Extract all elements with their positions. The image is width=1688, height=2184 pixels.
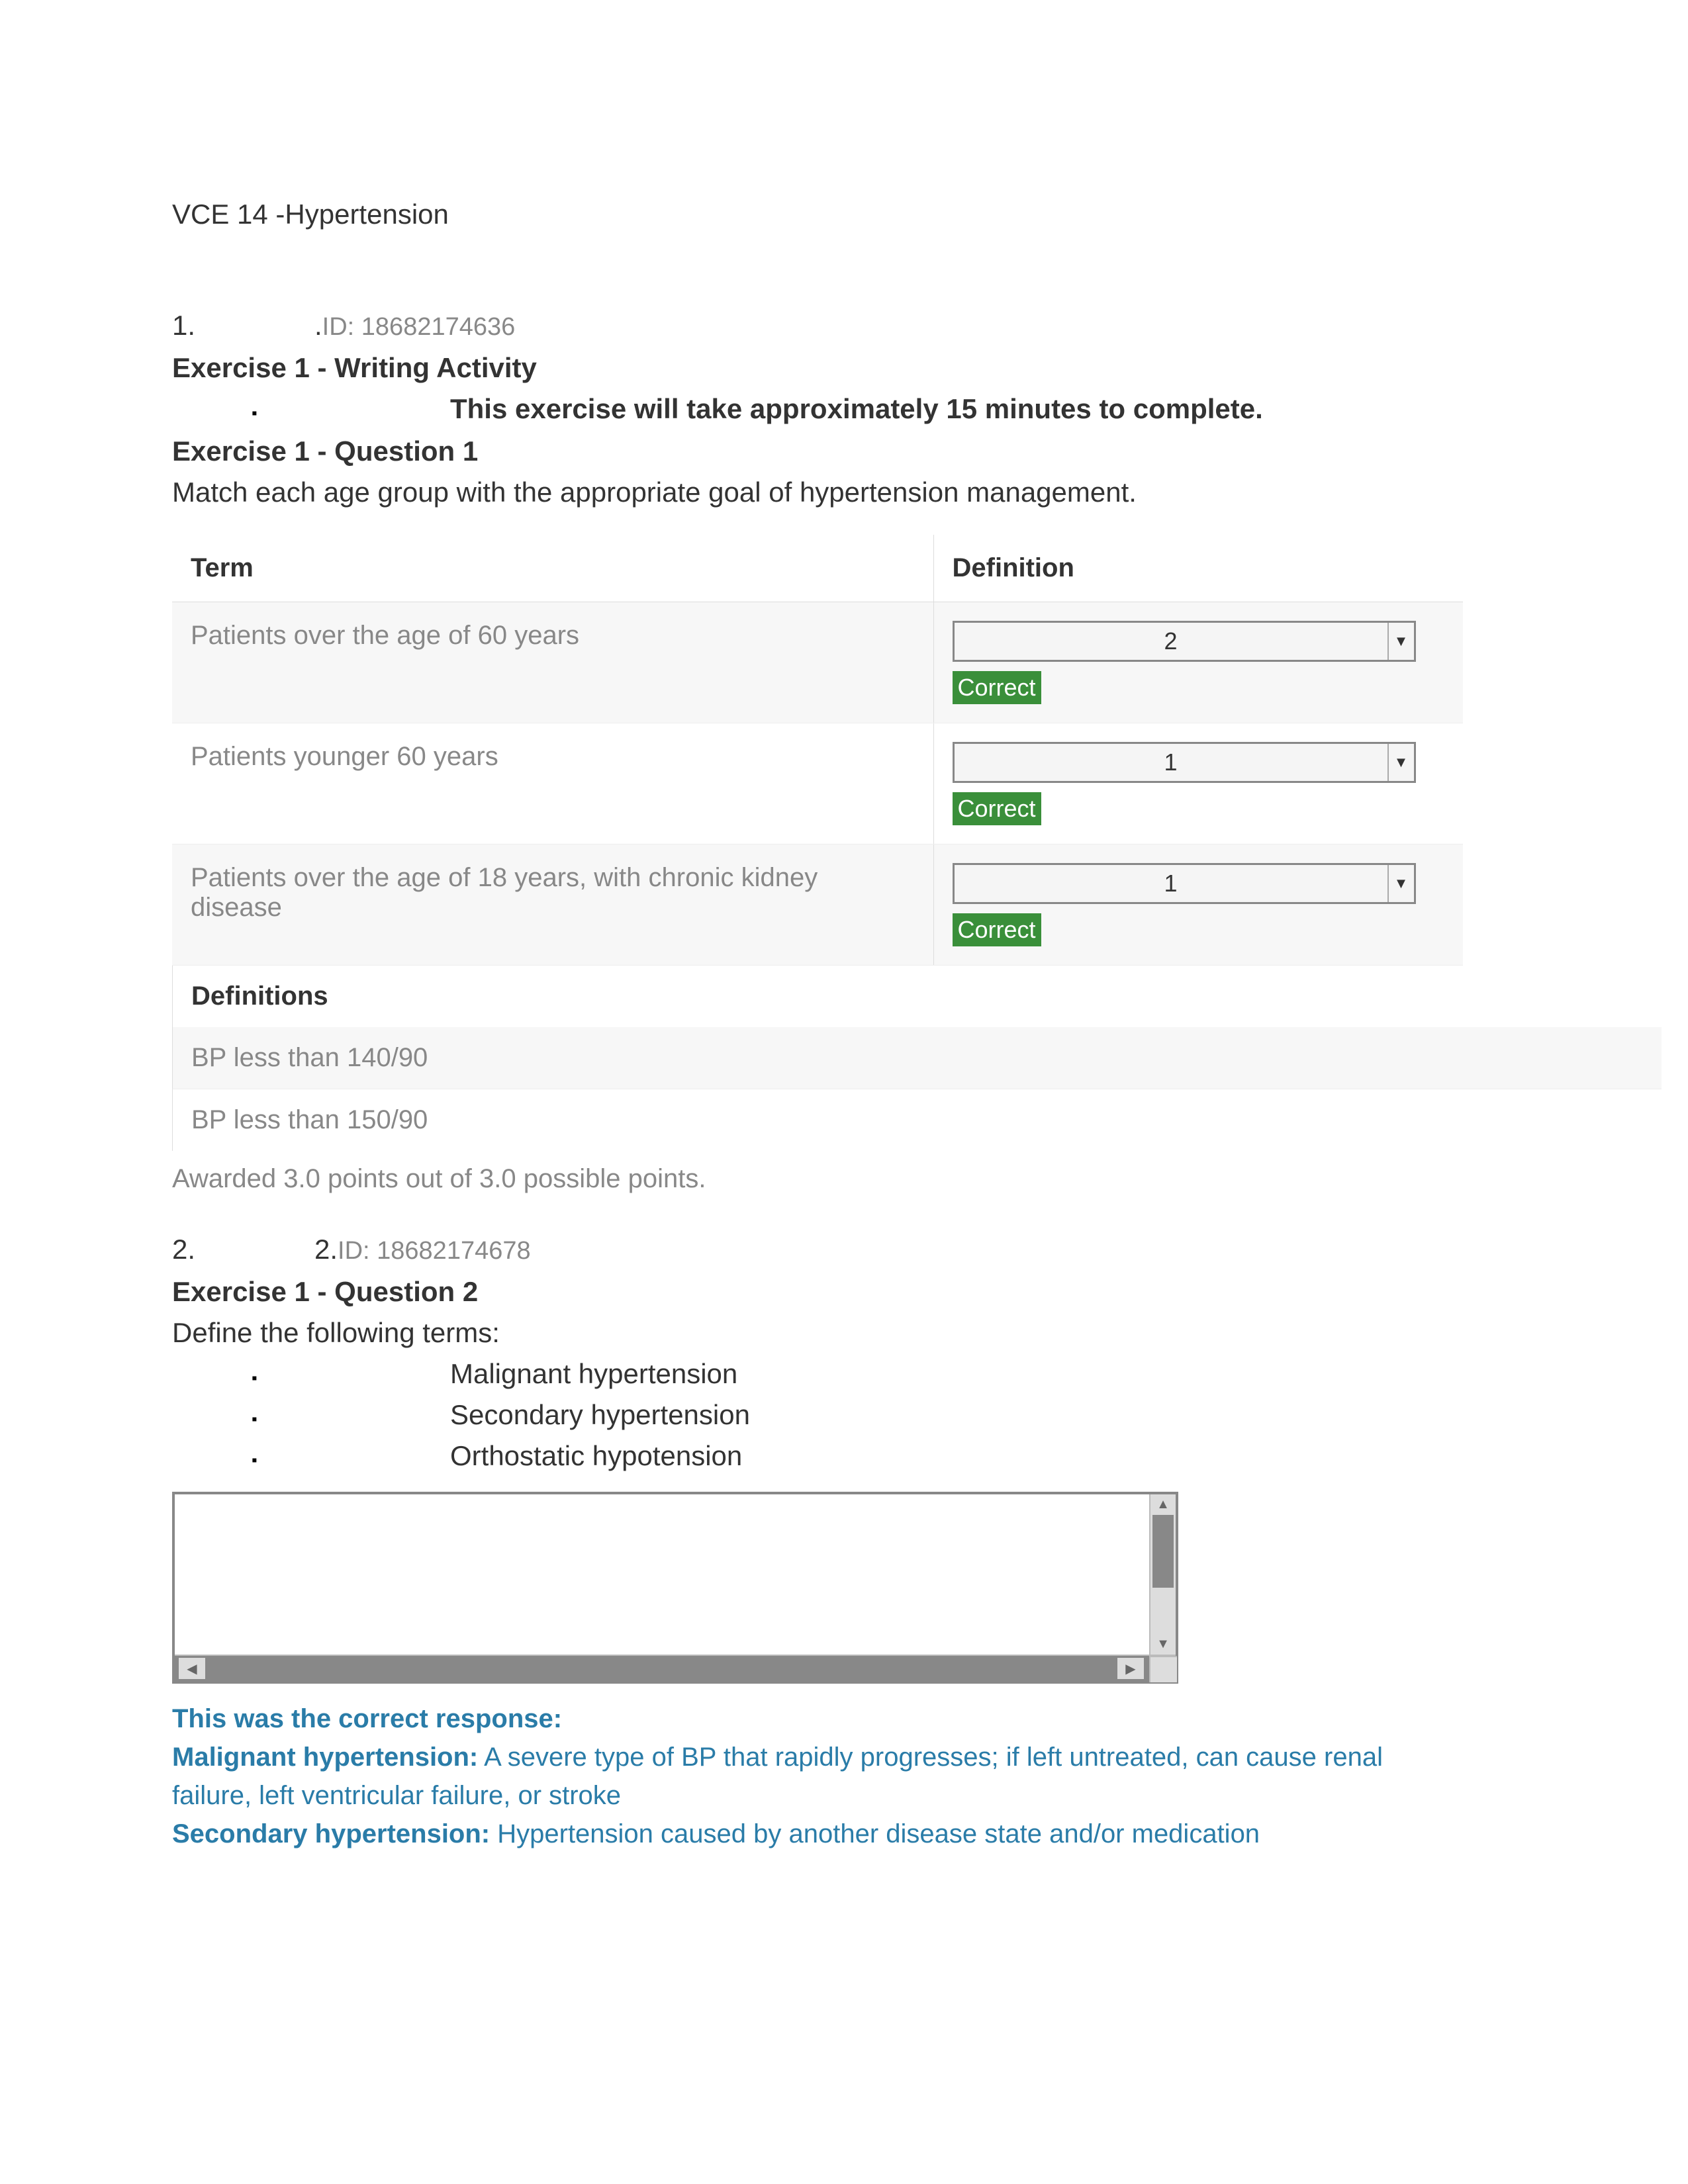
matching-table: Term Definition Patients over the age of… xyxy=(172,535,1463,966)
bullet-icon: ▪ xyxy=(252,1410,450,1429)
definitions-header: Definitions xyxy=(172,966,1516,1027)
term-item: Orthostatic hypotension xyxy=(450,1440,742,1472)
scroll-up-icon: ▲ xyxy=(1156,1497,1170,1512)
term-cell: Patients over the age of 18 years, with … xyxy=(172,844,933,966)
resize-corner xyxy=(1149,1656,1177,1682)
q1-pre-id: . xyxy=(314,310,322,341)
feedback-def: Hypertension caused by another disease s… xyxy=(490,1819,1260,1848)
status-badge: Correct xyxy=(953,671,1041,704)
bullet-icon: ▪ xyxy=(252,404,450,423)
q1-id-label: ID: 18682174636 xyxy=(322,313,516,341)
definition-select[interactable]: 1 ▼ xyxy=(953,863,1416,904)
horizontal-scrollbar[interactable]: ◀ ▶ xyxy=(175,1655,1176,1681)
scroll-left-icon: ◀ xyxy=(187,1661,197,1677)
definition-item: BP less than 150/90 xyxy=(172,1089,1516,1151)
term-cell: Patients younger 60 years xyxy=(172,723,933,844)
select-value: 1 xyxy=(955,749,1387,776)
table-row: Patients over the age of 60 years 2 ▼ Co… xyxy=(172,602,1463,723)
select-value: 2 xyxy=(955,627,1387,655)
term-item: Secondary hypertension xyxy=(450,1399,750,1431)
vertical-scrollbar[interactable]: ▲ ▼ xyxy=(1149,1494,1176,1655)
q1-prompt: Match each age group with the appropriat… xyxy=(172,477,1516,508)
q2-subtitle: Exercise 1 - Question 2 xyxy=(172,1276,1516,1308)
definition-select[interactable]: 2 ▼ xyxy=(953,621,1416,662)
q1-time-note: This exercise will take approximately 15… xyxy=(450,393,1263,425)
table-row: Patients younger 60 years 1 ▼ Correct xyxy=(172,723,1463,844)
q2-id-label: ID: 18682174678 xyxy=(338,1237,531,1265)
q2-pre-id: 2. xyxy=(314,1234,338,1265)
question-2: 2. 2.ID: 18682174678 Exercise 1 - Questi… xyxy=(172,1234,1516,1853)
status-badge: Correct xyxy=(953,792,1041,825)
feedback-block: This was the correct response: Malignant… xyxy=(172,1700,1403,1853)
term-item: Malignant hypertension xyxy=(450,1358,737,1390)
table-header-term: Term xyxy=(172,535,933,602)
scroll-thumb[interactable] xyxy=(1152,1515,1174,1588)
q1-number: 1. xyxy=(172,310,314,341)
feedback-lead: This was the correct response: xyxy=(172,1700,1403,1738)
bullet-icon: ▪ xyxy=(252,1451,450,1470)
chevron-down-icon: ▼ xyxy=(1387,865,1414,902)
table-header-definition: Definition xyxy=(933,535,1463,602)
bullet-icon: ▪ xyxy=(252,1369,450,1388)
q2-number: 2. xyxy=(172,1234,314,1265)
definition-item: BP less than 140/90 xyxy=(172,1027,1662,1089)
q2-prompt: Define the following terms: xyxy=(172,1317,1516,1349)
q1-subtitle: Exercise 1 - Question 1 xyxy=(172,435,1516,467)
q1-exercise-title: Exercise 1 - Writing Activity xyxy=(172,352,1516,384)
table-row: Patients over the age of 18 years, with … xyxy=(172,844,1463,966)
select-value: 1 xyxy=(955,870,1387,897)
scroll-down-icon: ▼ xyxy=(1156,1637,1170,1652)
question-1: 1. .ID: 18682174636 Exercise 1 - Writing… xyxy=(172,310,1516,1194)
scroll-right-icon: ▶ xyxy=(1125,1661,1135,1677)
feedback-term: Malignant hypertension: xyxy=(172,1743,478,1772)
document-title: VCE 14 -Hypertension xyxy=(172,199,1516,230)
term-cell: Patients over the age of 60 years xyxy=(172,602,933,723)
definition-select[interactable]: 1 ▼ xyxy=(953,742,1416,783)
status-badge: Correct xyxy=(953,913,1041,946)
feedback-term: Secondary hypertension: xyxy=(172,1819,490,1848)
chevron-down-icon: ▼ xyxy=(1387,744,1414,781)
answer-textarea[interactable]: ▲ ▼ ◀ ▶ xyxy=(172,1492,1178,1684)
points-awarded: Awarded 3.0 points out of 3.0 possible p… xyxy=(172,1164,1516,1194)
chevron-down-icon: ▼ xyxy=(1387,623,1414,660)
